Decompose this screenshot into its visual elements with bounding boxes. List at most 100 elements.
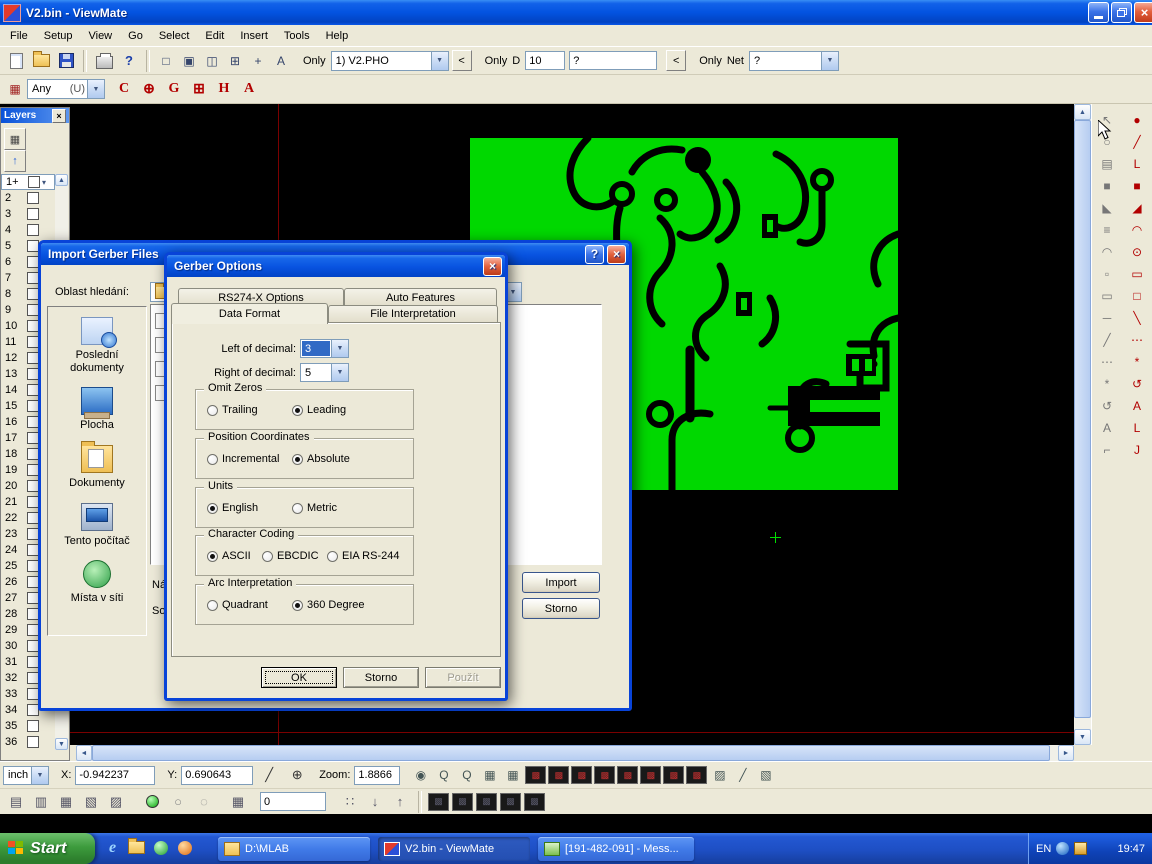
grid-icon[interactable]: ⊞: [224, 50, 246, 72]
tab-data-format[interactable]: Data Format: [171, 303, 328, 324]
diagonal-icon[interactable]: ╱: [732, 765, 753, 785]
rotate-icon[interactable]: ↺: [1094, 396, 1120, 416]
layers-view-icon[interactable]: ▨: [709, 765, 730, 785]
diagonal-icon[interactable]: ╲: [1124, 308, 1150, 328]
dots-icon[interactable]: ⋯: [1094, 352, 1120, 372]
layer-row[interactable]: 3: [1, 206, 55, 222]
scroll-down-icon[interactable]: ▼: [1074, 729, 1091, 745]
crosshair-icon[interactable]: +: [247, 50, 269, 72]
pad-view-icon[interactable]: ▩: [548, 766, 569, 784]
pad-pattern-icon[interactable]: ▩: [452, 793, 473, 811]
radio-ascii[interactable]: ASCII: [207, 550, 251, 562]
move-up-icon[interactable]: ↑: [388, 790, 412, 814]
radio-icon[interactable]: [207, 551, 218, 562]
select-area-icon[interactable]: □: [155, 50, 177, 72]
layer-combo[interactable]: 1) V2.PHO ▼: [331, 51, 449, 71]
move-down-icon[interactable]: ↓: [363, 790, 387, 814]
lamp-icon[interactable]: ○: [166, 790, 190, 814]
star-icon[interactable]: *: [1124, 352, 1150, 372]
dcode-h-icon[interactable]: H: [212, 77, 236, 101]
gerber-dialog-titlebar[interactable]: Gerber Options ×: [167, 255, 505, 277]
restore-button[interactable]: [1111, 2, 1132, 23]
origin-icon[interactable]: ⊕: [285, 763, 309, 787]
context-help-icon[interactable]: ?: [117, 49, 141, 73]
measure-icon[interactable]: ╱: [257, 763, 281, 787]
filled-square-icon[interactable]: ■: [1094, 176, 1120, 196]
shade-view-icon[interactable]: ▨: [104, 790, 128, 814]
left-of-decimal-combo[interactable]: 3 ▼: [300, 339, 349, 358]
radio-icon[interactable]: [292, 405, 303, 416]
menu-item[interactable]: Help: [318, 27, 357, 45]
menu-item[interactable]: Insert: [232, 27, 276, 45]
pad-pattern-icon[interactable]: ▩: [476, 793, 497, 811]
mirror-view-icon[interactable]: ▥: [29, 790, 53, 814]
menu-item[interactable]: File: [2, 27, 36, 45]
place-documents[interactable]: Dokumenty: [51, 445, 143, 490]
open-file-icon[interactable]: [29, 49, 53, 73]
star-icon[interactable]: *: [1094, 374, 1120, 394]
radio-icon[interactable]: [262, 551, 273, 562]
grid-view-icon[interactable]: ▦: [54, 790, 78, 814]
grid-lines-icon[interactable]: ▦: [502, 765, 523, 785]
browser-icon[interactable]: [176, 839, 193, 856]
point-icon[interactable]: ▫: [1094, 264, 1120, 284]
board-view-icon[interactable]: ▤: [4, 790, 28, 814]
dcode-c-icon[interactable]: C: [112, 77, 136, 101]
zoom-out-icon[interactable]: Q: [456, 765, 477, 785]
chevron-down-icon[interactable]: ▼: [31, 767, 48, 784]
radio-trailing[interactable]: Trailing: [207, 404, 258, 416]
hook-icon[interactable]: J: [1124, 440, 1150, 460]
pad-pattern-icon[interactable]: ▩: [500, 793, 521, 811]
radio-icon[interactable]: [207, 454, 218, 465]
radio-icon[interactable]: [207, 405, 218, 416]
layer-up-icon[interactable]: ↑: [4, 150, 26, 172]
split-view-icon[interactable]: ◫: [201, 50, 223, 72]
chevron-down-icon[interactable]: ▼: [331, 364, 348, 381]
frame-icon[interactable]: ▣: [178, 50, 200, 72]
place-recent-documents[interactable]: Poslední dokumenty: [51, 317, 143, 374]
pad-view-icon[interactable]: ▩: [571, 766, 592, 784]
prev-layer-button[interactable]: <: [452, 50, 472, 71]
hatch-icon[interactable]: ≡: [1094, 220, 1120, 240]
layer-color-swatch[interactable]: [27, 224, 39, 236]
help-icon[interactable]: ?: [585, 245, 604, 264]
radio-icon[interactable]: [207, 503, 218, 514]
import-button[interactable]: Import: [522, 572, 600, 593]
scroll-up-icon[interactable]: ▲: [1074, 104, 1091, 120]
layer-color-swatch[interactable]: [28, 176, 40, 188]
pad-view-icon[interactable]: ▩: [594, 766, 615, 784]
radio-ebcdic[interactable]: EBCDIC: [262, 550, 319, 562]
menu-item[interactable]: Setup: [36, 27, 81, 45]
checker-icon[interactable]: ▧: [755, 765, 776, 785]
layer-color-swatch[interactable]: [27, 736, 39, 748]
chevron-down-icon[interactable]: ▼: [431, 52, 448, 70]
radio-icon[interactable]: [327, 551, 338, 562]
target-icon[interactable]: ⊕: [137, 77, 161, 101]
tray-network-icon[interactable]: [1056, 842, 1069, 855]
menu-item[interactable]: Go: [120, 27, 151, 45]
folder-icon[interactable]: [128, 839, 145, 856]
grid-dots-icon[interactable]: ▦: [479, 765, 500, 785]
place-desktop[interactable]: Plocha: [51, 387, 143, 432]
layer-color-swatch[interactable]: [27, 720, 39, 732]
radio-metric[interactable]: Metric: [292, 502, 337, 514]
radio-icon[interactable]: [207, 600, 218, 611]
hatch-view-icon[interactable]: ▧: [79, 790, 103, 814]
triangle-icon[interactable]: ◣: [1094, 198, 1120, 218]
text-icon[interactable]: A: [1124, 396, 1150, 416]
arc-icon[interactable]: ◠: [1124, 220, 1150, 240]
text-icon[interactable]: A: [270, 50, 292, 72]
zoom-field[interactable]: 1.8866: [354, 766, 400, 785]
chevron-down-icon[interactable]: ▼: [87, 80, 104, 98]
ok-button[interactable]: OK: [261, 667, 337, 688]
layer-row[interactable]: 35: [1, 718, 55, 734]
x-coordinate-field[interactable]: -0.942237: [75, 766, 155, 785]
close-icon[interactable]: ×: [52, 109, 66, 123]
rotate-icon[interactable]: ↺: [1124, 374, 1150, 394]
desktop-shortcut-icon[interactable]: [152, 839, 169, 856]
radio-incremental[interactable]: Incremental: [207, 453, 279, 465]
zoom-window-icon[interactable]: ◉: [410, 765, 431, 785]
snap-grid-icon[interactable]: ∷: [338, 790, 362, 814]
pad-pattern-icon[interactable]: ▩: [524, 793, 545, 811]
save-icon[interactable]: [54, 49, 78, 73]
